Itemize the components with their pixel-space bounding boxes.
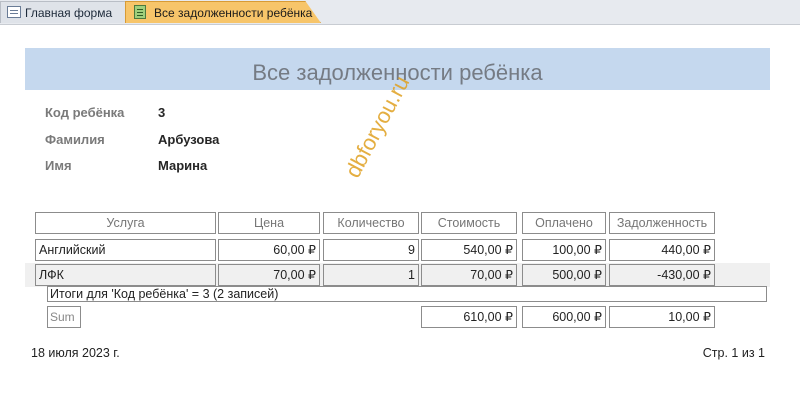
report-date: 18 июля 2023 г. — [31, 346, 120, 360]
cell-service: ЛФК — [35, 264, 216, 286]
cell-quantity: 9 — [323, 239, 419, 261]
cell-paid: 100,00 ₽ — [522, 239, 606, 261]
page-number: Стр. 1 из 1 — [702, 346, 765, 360]
sum-cost: 610,00 ₽ — [421, 306, 517, 328]
sum-paid: 600,00 ₽ — [522, 306, 606, 328]
cell-cost: 540,00 ₽ — [421, 239, 517, 261]
name-value: Марина — [158, 158, 208, 173]
form-icon — [7, 6, 21, 18]
column-header-service: Услуга — [35, 212, 216, 234]
cell-price: 70,00 ₽ — [218, 264, 320, 286]
tab-debts-report-label: Все задолженности ребёнка — [154, 6, 313, 20]
document-tab-bar: Главная форма Все задолженности ребёнка — [0, 0, 800, 25]
sum-label: Sum — [47, 306, 81, 328]
tab-main-form-label: Главная форма — [25, 6, 113, 20]
cell-paid: 500,00 ₽ — [522, 264, 606, 286]
child-code-value: 3 — [158, 105, 166, 120]
group-summary: Итоги для 'Код ребёнка' = 3 (2 записей) — [47, 286, 767, 302]
report-icon — [134, 5, 146, 19]
sum-debt: 10,00 ₽ — [609, 306, 715, 328]
column-header-debt: Задолженность — [609, 212, 715, 234]
column-header-price: Цена — [218, 212, 320, 234]
cell-price: 60,00 ₽ — [218, 239, 320, 261]
tab-main-form[interactable]: Главная форма — [0, 1, 126, 23]
name-label: Имя — [45, 158, 72, 173]
cell-cost: 70,00 ₽ — [421, 264, 517, 286]
column-header-paid: Оплачено — [522, 212, 606, 234]
surname-label: Фамилия — [45, 132, 105, 147]
surname-value: Арбузова — [158, 132, 220, 147]
child-code-label: Код ребёнка — [45, 105, 125, 120]
cell-debt: -430,00 ₽ — [609, 264, 715, 286]
cell-quantity: 1 — [323, 264, 419, 286]
column-header-quantity: Количество — [323, 212, 419, 234]
tab-debts-report[interactable]: Все задолженности ребёнка — [125, 1, 321, 23]
column-header-cost: Стоимость — [421, 212, 517, 234]
cell-debt: 440,00 ₽ — [609, 239, 715, 261]
cell-service: Английский — [35, 239, 216, 261]
